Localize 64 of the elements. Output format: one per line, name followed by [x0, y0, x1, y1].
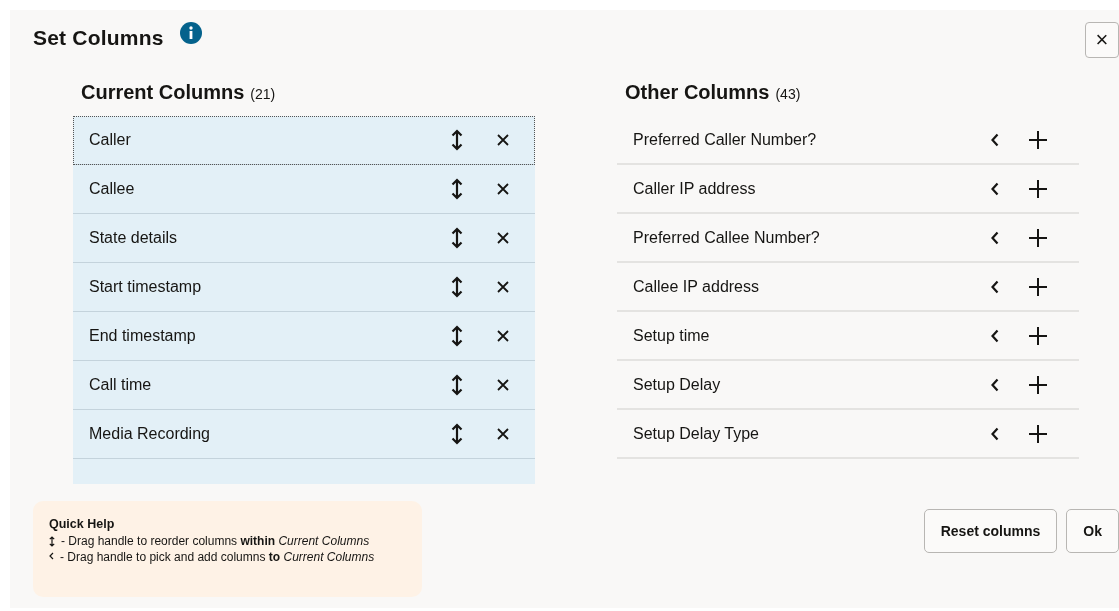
panel-heading: Current Columns	[81, 81, 245, 104]
panel-heading: Other Columns	[625, 81, 770, 104]
reorder-handle-icon[interactable]	[451, 374, 463, 396]
dialog-title: Set Columns	[33, 26, 164, 50]
chevron-left-icon[interactable]	[991, 181, 999, 196]
info-icon[interactable]	[179, 22, 202, 44]
remove-icon[interactable]	[497, 232, 509, 244]
column-label: Call time	[89, 376, 153, 394]
help-text: - Drag handle to pick and add columns to Current Columns	[60, 549, 375, 565]
column-row[interactable]: Callee IP address	[617, 263, 1079, 312]
help-text: - Drag handle to reorder columns within Current Columns	[61, 533, 370, 549]
column-row[interactable]: Setup Delay Type	[617, 410, 1079, 459]
remove-icon[interactable]	[497, 183, 509, 195]
chevron-left-icon[interactable]	[991, 230, 999, 245]
chevron-left-icon[interactable]	[991, 377, 999, 392]
add-icon[interactable]	[1029, 277, 1047, 296]
add-icon[interactable]	[1029, 179, 1047, 198]
column-label: Setup Delay Type	[633, 424, 760, 443]
chevron-left-icon[interactable]	[991, 426, 999, 441]
column-label: Setup Delay	[633, 375, 722, 394]
close-button[interactable]: ×	[1085, 22, 1119, 58]
dialog-button[interactable]: Reset columns	[923, 509, 1058, 553]
reorder-handle-icon[interactable]	[451, 129, 463, 151]
add-icon[interactable]	[1029, 375, 1047, 394]
reorder-handle-icon	[49, 536, 55, 547]
reorder-handle-icon[interactable]	[451, 178, 463, 200]
column-row[interactable]: Setup time	[617, 312, 1079, 361]
column-label: End timestamp	[89, 327, 197, 345]
column-row[interactable]: Preferred Callee Number?	[617, 214, 1079, 263]
help-title: Quick Help	[49, 517, 116, 531]
chevron-left-icon[interactable]	[991, 132, 999, 147]
reorder-handle-icon[interactable]	[451, 276, 463, 298]
column-label: Caller	[89, 131, 132, 149]
column-label: Callee IP address	[633, 277, 760, 296]
column-row[interactable]: Setup Delay	[617, 361, 1079, 410]
column-label: Callee	[89, 180, 136, 198]
column-label: Preferred Callee Number?	[633, 228, 821, 247]
add-icon[interactable]	[1029, 130, 1047, 149]
column-count: (43)	[775, 86, 801, 102]
reorder-handle-icon[interactable]	[451, 423, 463, 445]
remove-icon[interactable]	[497, 379, 509, 391]
add-icon[interactable]	[1029, 228, 1047, 247]
column-row[interactable]: Preferred Caller Number?	[617, 116, 1079, 165]
chevron-left-icon[interactable]	[991, 279, 999, 294]
dialog-button[interactable]: Ok	[1066, 509, 1119, 553]
column-label: Media Recording	[89, 425, 211, 443]
column-label: State details	[89, 229, 179, 247]
reorder-handle-icon[interactable]	[451, 325, 463, 347]
column-label: Setup time	[633, 326, 711, 345]
column-label: Caller IP address	[633, 179, 757, 198]
remove-icon[interactable]	[497, 281, 509, 293]
column-count: (21)	[250, 86, 276, 102]
column-row[interactable]: Caller	[73, 116, 535, 165]
remove-icon[interactable]	[497, 330, 509, 342]
column-label: Start timestamp	[89, 278, 203, 296]
remove-icon[interactable]	[497, 428, 509, 440]
add-icon[interactable]	[1029, 424, 1047, 443]
chevron-left-icon	[49, 552, 54, 560]
column-row[interactable]: Caller IP address	[617, 165, 1079, 214]
chevron-left-icon[interactable]	[991, 328, 999, 343]
reorder-handle-icon[interactable]	[451, 227, 463, 249]
remove-icon[interactable]	[497, 134, 509, 146]
column-label: Preferred Caller Number?	[633, 130, 818, 149]
add-icon[interactable]	[1029, 326, 1047, 345]
